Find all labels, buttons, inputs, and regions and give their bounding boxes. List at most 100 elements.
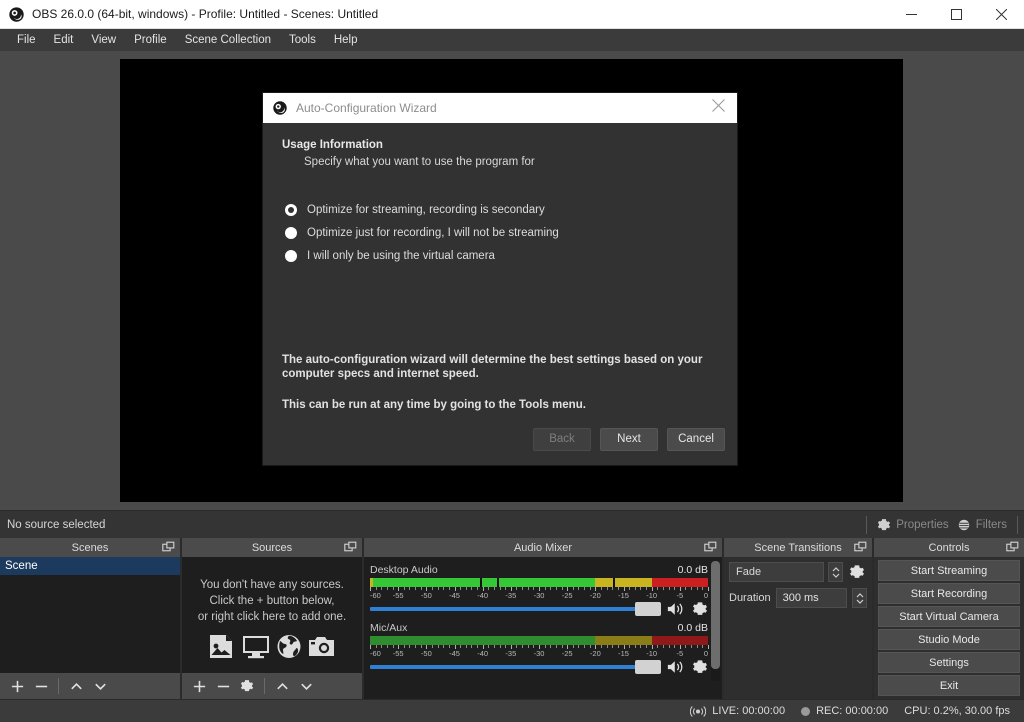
meter-tick-label: 0 xyxy=(703,649,708,658)
scene-list-item[interactable]: Scene xyxy=(0,557,180,575)
menu-help[interactable]: Help xyxy=(325,31,367,49)
plus-icon xyxy=(11,680,23,692)
image-source-icon xyxy=(210,635,232,658)
meter-tick xyxy=(561,645,563,648)
volume-slider-handle[interactable] xyxy=(635,602,661,616)
filters-button[interactable]: Filters xyxy=(953,516,1011,534)
meter-tick xyxy=(375,587,377,590)
move-source-down-button[interactable] xyxy=(295,675,317,697)
meter-tick xyxy=(606,645,608,648)
audio-mixer-dock: Audio Mixer Desktop Audio 0.0 dB -60 -55… xyxy=(364,538,722,699)
float-dock-icon[interactable] xyxy=(1006,541,1019,554)
live-status: LIVE: 00:00:00 xyxy=(690,705,785,718)
volume-slider[interactable] xyxy=(370,602,661,616)
exit-button[interactable]: Exit xyxy=(878,675,1020,696)
source-properties-button[interactable] xyxy=(236,675,258,697)
sources-empty-line-2: Click the + button below, xyxy=(209,595,335,607)
meter-tick xyxy=(696,645,698,648)
transition-value: Fade xyxy=(736,566,762,578)
menu-edit[interactable]: Edit xyxy=(45,31,83,49)
meter-tick xyxy=(572,645,574,648)
settings-button[interactable]: Settings xyxy=(878,652,1020,673)
meter-tick xyxy=(561,587,563,590)
channel-db-scale: -60 -55 -50 -45 -40 -35 -30 -25 -20 -15 -10 -5 0 xyxy=(370,645,709,658)
channel-name: Mic/Aux xyxy=(370,622,408,634)
option-optimize-streaming[interactable]: Optimize for streaming, recording is sec… xyxy=(282,204,718,216)
option-optimize-recording[interactable]: Optimize just for recording, I will not … xyxy=(282,227,718,239)
channel-settings-gear-icon[interactable] xyxy=(692,601,708,617)
sources-dock: Sources You don't have any sources. Clic… xyxy=(182,538,362,699)
float-dock-icon[interactable] xyxy=(854,541,867,554)
meter-tick xyxy=(662,587,664,590)
float-dock-icon[interactable] xyxy=(704,541,717,554)
radio-button-selected[interactable] xyxy=(285,204,297,216)
speaker-icon[interactable] xyxy=(667,601,686,617)
transition-select[interactable]: Fade xyxy=(729,562,824,582)
meter-tick xyxy=(488,645,490,648)
wizard-close-button[interactable] xyxy=(712,99,725,117)
menu-file[interactable]: File xyxy=(8,31,45,49)
channel-settings-gear-icon[interactable] xyxy=(692,659,708,675)
meter-tick xyxy=(640,645,642,648)
menu-profile[interactable]: Profile xyxy=(125,31,176,49)
meter-tick xyxy=(488,587,490,590)
speaker-icon[interactable] xyxy=(667,659,686,675)
meter-tick xyxy=(522,587,524,590)
minimize-button[interactable] xyxy=(889,0,934,29)
toolbar-divider-right xyxy=(1017,515,1018,534)
volume-slider-handle[interactable] xyxy=(635,660,661,674)
menu-tools[interactable]: Tools xyxy=(280,31,325,49)
radio-button[interactable] xyxy=(285,227,297,239)
meter-tick xyxy=(646,645,648,648)
remove-scene-button[interactable] xyxy=(30,675,52,697)
add-source-button[interactable] xyxy=(188,675,210,697)
start-recording-button[interactable]: Start Recording xyxy=(878,583,1020,604)
audio-mixer-header: Audio Mixer xyxy=(364,538,722,557)
properties-button[interactable]: Properties xyxy=(873,516,952,534)
obs-logo-icon xyxy=(273,101,287,115)
move-scene-up-button[interactable] xyxy=(65,675,87,697)
add-scene-button[interactable] xyxy=(6,675,28,697)
mixer-scrollbar[interactable] xyxy=(711,561,720,681)
wizard-back-button[interactable]: Back xyxy=(533,427,591,451)
wizard-heading: Usage Information xyxy=(282,139,383,151)
sources-list[interactable]: You don't have any sources. Click the + … xyxy=(182,557,362,673)
close-button[interactable] xyxy=(979,0,1024,29)
start-virtual-camera-button[interactable]: Start Virtual Camera xyxy=(878,606,1020,627)
transition-properties-button[interactable] xyxy=(847,564,867,580)
meter-tick xyxy=(460,645,462,648)
studio-mode-button[interactable]: Studio Mode xyxy=(878,629,1020,650)
chevron-up-icon xyxy=(276,682,288,689)
meter-tick xyxy=(386,645,388,648)
radio-button[interactable] xyxy=(285,250,297,262)
meter-tick-label: -45 xyxy=(449,591,460,600)
duration-spinner[interactable] xyxy=(852,588,867,608)
float-dock-icon[interactable] xyxy=(344,541,357,554)
move-source-up-button[interactable] xyxy=(271,675,293,697)
meter-tick xyxy=(674,587,676,590)
transition-spinner[interactable] xyxy=(828,562,843,582)
wizard-cancel-button[interactable]: Cancel xyxy=(667,427,725,451)
meter-tick-label: -15 xyxy=(618,591,629,600)
wizard-next-button[interactable]: Next xyxy=(600,427,658,451)
meter-tick xyxy=(696,587,698,590)
scenes-list[interactable]: Scene xyxy=(0,557,180,673)
float-dock-icon[interactable] xyxy=(162,541,175,554)
duration-input[interactable]: 300 ms xyxy=(775,588,847,608)
meter-tick xyxy=(493,645,495,648)
option-virtual-camera[interactable]: I will only be using the virtual camera xyxy=(282,250,718,262)
start-streaming-button[interactable]: Start Streaming xyxy=(878,560,1020,581)
maximize-button[interactable] xyxy=(934,0,979,29)
menu-view[interactable]: View xyxy=(82,31,125,49)
meter-tick-label: -55 xyxy=(392,591,404,600)
meter-tick xyxy=(572,587,574,590)
volume-slider[interactable] xyxy=(370,660,661,674)
remove-source-button[interactable] xyxy=(212,675,234,697)
move-scene-down-button[interactable] xyxy=(89,675,111,697)
scene-transitions-header: Scene Transitions xyxy=(724,538,872,557)
meter-tick xyxy=(437,645,439,648)
menu-scene-collection[interactable]: Scene Collection xyxy=(176,31,280,49)
meter-tick-label: -20 xyxy=(589,591,601,600)
meter-tick xyxy=(657,587,659,590)
meter-tick xyxy=(471,645,473,648)
